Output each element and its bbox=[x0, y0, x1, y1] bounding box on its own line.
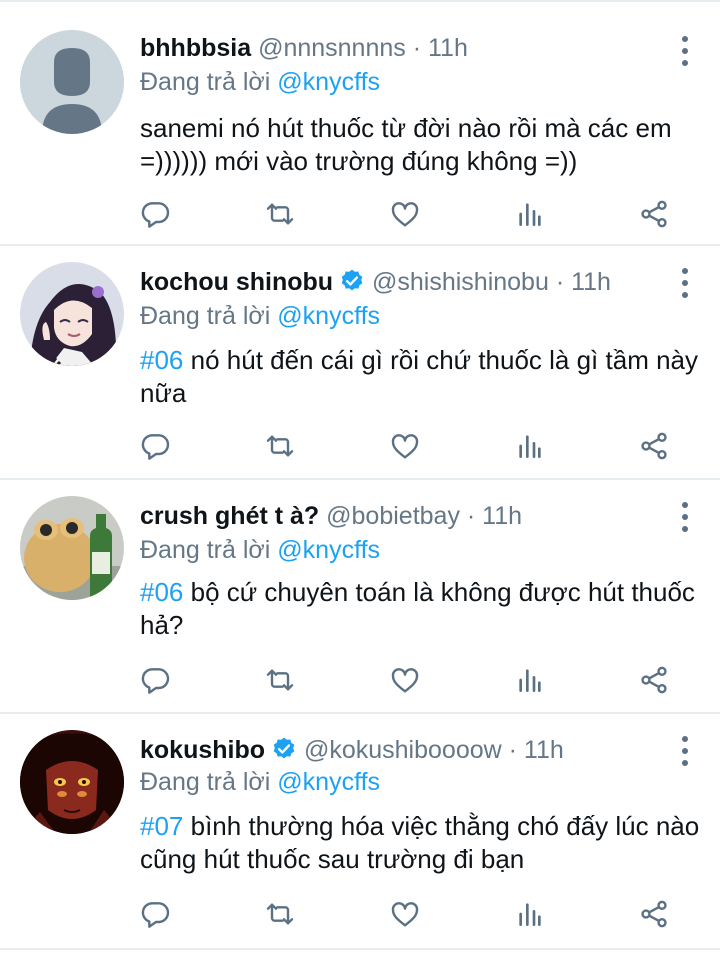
more-icon[interactable] bbox=[678, 36, 692, 66]
reply-icon[interactable] bbox=[136, 660, 176, 700]
display-name[interactable]: kochou shinobu bbox=[140, 268, 333, 296]
analytics-icon[interactable] bbox=[510, 660, 550, 700]
display-name[interactable]: bhhbbsia bbox=[140, 34, 251, 62]
avatar[interactable] bbox=[20, 730, 124, 834]
tweet-body: bình thường hóa việc thằng chó đấy lúc n… bbox=[140, 811, 700, 874]
tweet-time[interactable]: · 11h bbox=[413, 34, 468, 62]
reply-icon[interactable] bbox=[136, 194, 176, 234]
avatar[interactable] bbox=[20, 30, 124, 134]
replying-to: Đang trả lời @knycffs bbox=[140, 300, 380, 332]
tweet-time[interactable]: · 11h bbox=[467, 502, 522, 530]
user-handle[interactable]: @shishishinobu bbox=[372, 268, 549, 296]
reply-mention-link[interactable]: @knycffs bbox=[277, 768, 380, 796]
heart-icon[interactable] bbox=[385, 194, 425, 234]
more-icon[interactable] bbox=[678, 502, 692, 532]
more-icon[interactable] bbox=[678, 736, 692, 766]
replying-to: Đang trả lời @knycffs bbox=[140, 766, 380, 798]
retweet-icon[interactable] bbox=[260, 194, 300, 234]
share-icon[interactable] bbox=[634, 894, 674, 934]
reply-prefix: Đang trả lời bbox=[140, 302, 271, 330]
tweet-card[interactable]: kochou shinobu @shishishinobu · 11h Đang… bbox=[0, 246, 720, 480]
analytics-icon[interactable] bbox=[510, 194, 550, 234]
tweet-text: #06 bộ cứ chuyên toán là không được hút … bbox=[140, 576, 700, 642]
avatar[interactable] bbox=[20, 262, 124, 366]
reply-mention-link[interactable]: @knycffs bbox=[277, 536, 380, 564]
hashtag-link[interactable]: #06 bbox=[140, 345, 183, 375]
reply-mention-link[interactable]: @knycffs bbox=[277, 68, 380, 96]
reply-prefix: Đang trả lời bbox=[140, 536, 271, 564]
tweet-body: bộ cứ chuyên toán là không được hút thuố… bbox=[140, 577, 695, 640]
heart-icon[interactable] bbox=[385, 426, 425, 466]
user-handle[interactable]: @bobietbay bbox=[326, 502, 460, 530]
retweet-icon[interactable] bbox=[260, 426, 300, 466]
action-bar bbox=[0, 660, 720, 700]
default-avatar-icon bbox=[20, 30, 124, 134]
tweet-header: kochou shinobu @shishishinobu · 11h bbox=[140, 266, 650, 298]
tweet-header: crush ghét t à? @bobietbay · 11h bbox=[140, 500, 650, 532]
more-icon[interactable] bbox=[678, 268, 692, 298]
reply-icon[interactable] bbox=[136, 894, 176, 934]
retweet-icon[interactable] bbox=[260, 894, 300, 934]
reply-mention-link[interactable]: @knycffs bbox=[277, 302, 380, 330]
action-bar bbox=[0, 426, 720, 466]
replying-to: Đang trả lời @knycffs bbox=[140, 534, 380, 566]
tweet-header: bhhbbsia @nnnsnnnns · 11h bbox=[140, 32, 650, 64]
tweet-text: sanemi nó hút thuốc từ đời nào rồi mà cá… bbox=[140, 112, 700, 178]
verified-badge-icon bbox=[341, 269, 363, 291]
tweet-time[interactable]: · 11h bbox=[556, 268, 611, 296]
verified-badge-icon bbox=[273, 737, 295, 759]
analytics-icon[interactable] bbox=[510, 426, 550, 466]
avatar-image bbox=[20, 262, 124, 366]
tweet-time[interactable]: · 11h bbox=[509, 736, 564, 764]
tweet-card[interactable]: bhhbbsia @nnnsnnnns · 11h Đang trả lời @… bbox=[0, 2, 720, 246]
reply-prefix: Đang trả lời bbox=[140, 68, 271, 96]
tweet-body: sanemi nó hút thuốc từ đời nào rồi mà cá… bbox=[140, 113, 672, 176]
heart-icon[interactable] bbox=[385, 894, 425, 934]
tweet-header: kokushibo @kokushiboooow · 11h bbox=[140, 734, 650, 766]
replying-to: Đang trả lời @knycffs bbox=[140, 66, 380, 98]
action-bar bbox=[0, 894, 720, 934]
analytics-icon[interactable] bbox=[510, 894, 550, 934]
user-handle[interactable]: @kokushiboooow bbox=[304, 736, 502, 764]
share-icon[interactable] bbox=[634, 194, 674, 234]
share-icon[interactable] bbox=[634, 660, 674, 700]
reply-prefix: Đang trả lời bbox=[140, 768, 271, 796]
reply-icon[interactable] bbox=[136, 426, 176, 466]
display-name[interactable]: kokushibo bbox=[140, 736, 265, 764]
tweet-body: nó hút đến cái gì rồi chứ thuốc là gì tầ… bbox=[140, 345, 698, 408]
hashtag-link[interactable]: #06 bbox=[140, 577, 183, 607]
tweet-card[interactable]: crush ghét t à? @bobietbay · 11h Đang tr… bbox=[0, 480, 720, 714]
action-bar bbox=[0, 194, 720, 234]
hashtag-link[interactable]: #07 bbox=[140, 811, 183, 841]
tweet-card[interactable]: kokushibo @kokushiboooow · 11h Đang trả … bbox=[0, 714, 720, 950]
avatar-image bbox=[20, 496, 124, 600]
display-name[interactable]: crush ghét t à? bbox=[140, 502, 319, 530]
avatar-image bbox=[20, 730, 124, 834]
avatar[interactable] bbox=[20, 496, 124, 600]
heart-icon[interactable] bbox=[385, 660, 425, 700]
share-icon[interactable] bbox=[634, 426, 674, 466]
tweet-text: #06 nó hút đến cái gì rồi chứ thuốc là g… bbox=[140, 344, 700, 410]
tweet-text: #07 bình thường hóa việc thằng chó đấy l… bbox=[140, 810, 700, 876]
retweet-icon[interactable] bbox=[260, 660, 300, 700]
user-handle[interactable]: @nnnsnnnns bbox=[258, 34, 406, 62]
